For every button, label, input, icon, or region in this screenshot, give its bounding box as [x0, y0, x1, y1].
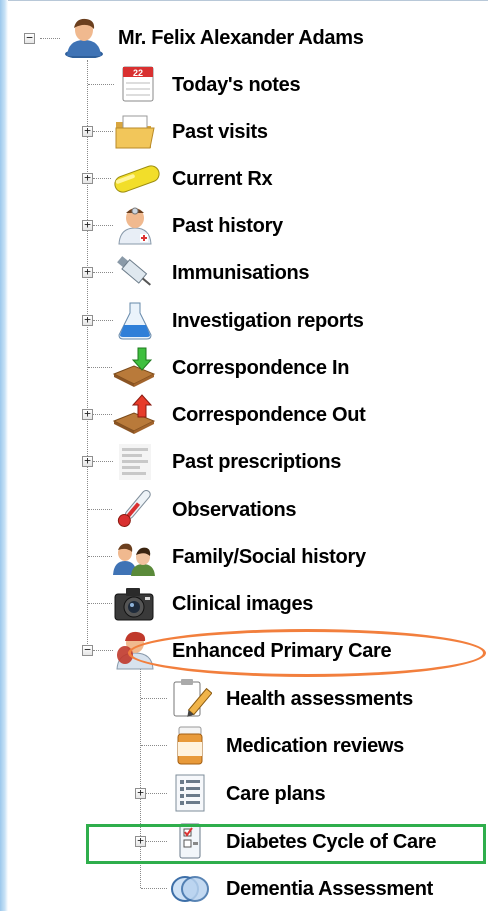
- patient-person-icon: [62, 16, 106, 58]
- tree-item-past-prescriptions[interactable]: + Past prescriptions: [0, 438, 488, 485]
- tree-item-observations[interactable]: Observations: [0, 486, 488, 533]
- item-label: Immunisations: [172, 262, 310, 284]
- pill-icon: [110, 157, 164, 199]
- tree-line-h: [93, 131, 113, 132]
- tree-item-health-assessments[interactable]: Health assessments: [0, 675, 488, 722]
- child-label: Health assessments: [226, 688, 413, 710]
- expand-toggle[interactable]: +: [82, 266, 93, 278]
- tree-line-h: [88, 556, 112, 557]
- tree-line-h: [93, 320, 113, 321]
- tree-line-h: [93, 178, 111, 179]
- item-label: Today's notes: [172, 74, 301, 96]
- item-label: Past prescriptions: [172, 451, 342, 473]
- highlight-box-diabetes: [86, 824, 486, 864]
- expand-toggle[interactable]: +: [82, 219, 93, 231]
- item-label: Observations: [172, 499, 297, 521]
- prescription-icon: [113, 440, 157, 482]
- tree-item-dementia-assessment[interactable]: Dementia Assessment: [0, 865, 488, 912]
- item-label: Past history: [172, 215, 283, 237]
- tree-item-current-rx[interactable]: + Current Rx: [0, 155, 488, 202]
- expand-toggle[interactable]: +: [82, 172, 93, 184]
- tree-item-family-social-history[interactable]: Family/Social history: [0, 533, 488, 580]
- collapse-root-toggle[interactable]: −: [24, 32, 35, 44]
- patient-record-tree: − Mr. Felix Alexander Adams 22 Today's n…: [0, 0, 488, 911]
- folder-icon: [113, 110, 157, 152]
- calendar-icon: 22: [116, 63, 160, 105]
- tree-item-past-history[interactable]: + Past history: [0, 202, 488, 249]
- tree-line-h: [93, 414, 112, 415]
- inbox-icon: [112, 346, 156, 388]
- tree-line-h: [88, 603, 112, 604]
- tree-line-h: [88, 509, 112, 510]
- tree-item-correspondence-in[interactable]: Correspondence In: [0, 344, 488, 391]
- family-icon: [112, 535, 156, 577]
- tree-line-h: [141, 745, 167, 746]
- tree-item-medication-reviews[interactable]: Medication reviews: [0, 722, 488, 769]
- patient-name-label: Mr. Felix Alexander Adams: [118, 27, 364, 49]
- item-label: Correspondence In: [172, 357, 350, 379]
- tree-line-h: [141, 888, 167, 889]
- child-label: Medication reviews: [226, 735, 404, 757]
- doctor-icon: [113, 204, 157, 246]
- item-label: Family/Social history: [172, 546, 366, 568]
- tree-line-h: [93, 225, 113, 226]
- svg-text:22: 22: [133, 68, 143, 78]
- tree-line-h: [146, 793, 167, 794]
- highlight-ellipse-epc: [128, 629, 486, 677]
- expand-toggle[interactable]: +: [82, 125, 93, 137]
- flask-icon: [113, 299, 157, 341]
- pill-bottle-icon: [168, 724, 212, 766]
- outbox-icon: [112, 393, 156, 435]
- tree-line-h: [93, 272, 113, 273]
- syringe-icon: [113, 251, 157, 293]
- tree-item-care-plans[interactable]: + Care plans: [0, 770, 488, 817]
- expand-toggle[interactable]: +: [82, 314, 93, 326]
- tree-line-h: [93, 461, 113, 462]
- child-label: Care plans: [226, 783, 326, 805]
- tree-line-h: [88, 367, 112, 368]
- tree-line-h: [141, 698, 167, 699]
- item-label: Investigation reports: [172, 310, 364, 332]
- thermometer-icon: [112, 488, 156, 530]
- tree-item-investigation-reports[interactable]: + Investigation reports: [0, 297, 488, 344]
- tree-item-clinical-images[interactable]: Clinical images: [0, 580, 488, 627]
- item-label: Past visits: [172, 121, 268, 143]
- item-label: Correspondence Out: [172, 404, 366, 426]
- expand-toggle[interactable]: +: [82, 408, 93, 420]
- item-label: Clinical images: [172, 593, 314, 615]
- tree-item-immunisations[interactable]: + Immunisations: [0, 249, 488, 296]
- tree-line-h: [88, 84, 114, 85]
- tree-root-patient[interactable]: − Mr. Felix Alexander Adams: [0, 14, 488, 61]
- child-label: Dementia Assessment: [226, 878, 433, 900]
- expand-toggle[interactable]: +: [82, 455, 93, 467]
- tree-item-todays-notes[interactable]: 22 Today's notes: [0, 61, 488, 108]
- tree-line-h: [93, 650, 113, 651]
- care-plan-icon: [168, 772, 212, 814]
- brain-scan-icon: [168, 867, 212, 909]
- expand-toggle[interactable]: +: [135, 787, 146, 799]
- collapse-toggle[interactable]: −: [82, 644, 93, 656]
- tree-item-past-visits[interactable]: + Past visits: [0, 108, 488, 155]
- camera-icon: [112, 582, 156, 624]
- tree-item-correspondence-out[interactable]: + Correspondence Out: [0, 391, 488, 438]
- item-label: Current Rx: [172, 168, 273, 190]
- clipboard-pen-icon: [168, 677, 212, 719]
